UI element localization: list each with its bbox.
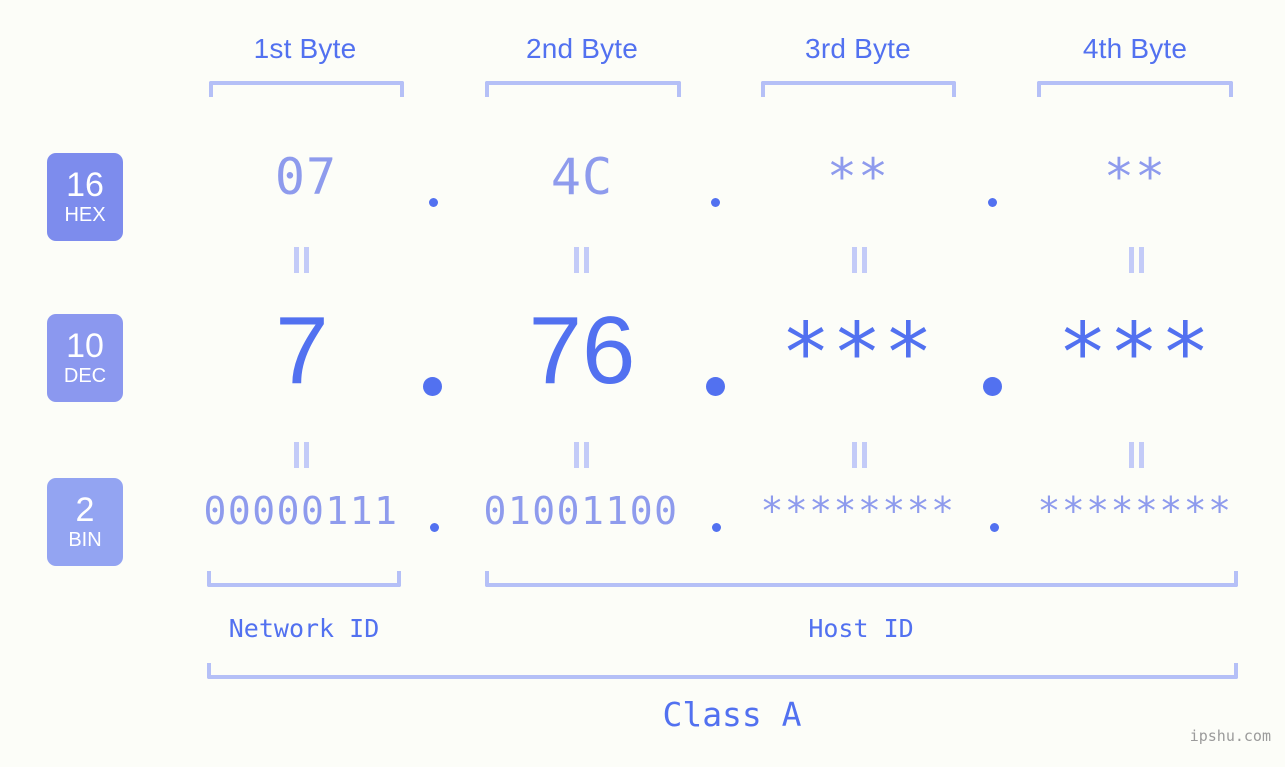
equals-icon-dec-bin-4 [1125, 442, 1147, 468]
dec-byte-1: 7 [275, 297, 329, 404]
ip-address-breakdown-diagram: 1st Byte 2nd Byte 3rd Byte 4th Byte 16 H… [0, 0, 1285, 767]
hex-separator-dot-3 [988, 198, 997, 207]
bin-byte-4: ******** [1037, 489, 1233, 533]
byte-header-4: 4th Byte [1082, 33, 1188, 64]
base-badge-bin-name: BIN [68, 529, 102, 552]
class-label: Class A [662, 695, 802, 734]
byte-bracket-1 [209, 81, 404, 97]
base-badge-bin[interactable]: 2 BIN [47, 478, 123, 566]
hex-byte-4: ** [1103, 148, 1167, 206]
network-id-bracket [207, 571, 401, 587]
class-bracket [207, 663, 1238, 679]
equals-icon-hex-dec-4 [1125, 247, 1147, 273]
dec-byte-3: *** [780, 306, 936, 401]
hex-separator-dot-2 [711, 198, 720, 207]
network-id-label: Network ID [228, 614, 380, 643]
base-badge-hex[interactable]: 16 HEX [47, 153, 123, 241]
bin-separator-dot-2 [712, 523, 721, 532]
equals-icon-hex-dec-2 [570, 247, 592, 273]
hex-byte-1: 07 [274, 148, 338, 206]
bin-separator-dot-3 [990, 523, 999, 532]
equals-icon-dec-bin-3 [848, 442, 870, 468]
byte-bracket-2 [485, 81, 681, 97]
byte-bracket-4 [1037, 81, 1233, 97]
bin-byte-1: 00000111 [203, 489, 399, 533]
bin-byte-2: 01001100 [483, 489, 679, 533]
dec-byte-2: 76 [528, 297, 636, 404]
base-badge-dec[interactable]: 10 DEC [47, 314, 123, 402]
base-badge-hex-number: 16 [66, 165, 104, 204]
equals-icon-hex-dec-3 [848, 247, 870, 273]
hex-byte-3: ** [826, 148, 890, 206]
byte-header-1: 1st Byte [253, 33, 357, 64]
base-badge-hex-name: HEX [64, 204, 106, 227]
watermark: ipshu.com [1189, 727, 1271, 745]
host-id-bracket [485, 571, 1238, 587]
base-badge-dec-number: 10 [66, 326, 104, 365]
byte-header-3: 3rd Byte [805, 33, 911, 64]
base-badge-dec-name: DEC [63, 365, 107, 388]
equals-icon-dec-bin-1 [290, 442, 312, 468]
byte-bracket-3 [761, 81, 956, 97]
base-badge-bin-number: 2 [75, 490, 95, 529]
dec-separator-dot-3 [983, 377, 1002, 396]
hex-byte-2: 4C [550, 148, 614, 206]
byte-header-2: 2nd Byte [525, 33, 639, 64]
equals-icon-dec-bin-2 [570, 442, 592, 468]
equals-icon-hex-dec-1 [290, 247, 312, 273]
dec-separator-dot-2 [706, 377, 725, 396]
bin-separator-dot-1 [430, 523, 439, 532]
dec-byte-4: *** [1057, 306, 1213, 401]
host-id-label: Host ID [808, 614, 914, 643]
dec-separator-dot-1 [423, 377, 442, 396]
hex-separator-dot-1 [429, 198, 438, 207]
bin-byte-3: ******** [760, 489, 956, 533]
